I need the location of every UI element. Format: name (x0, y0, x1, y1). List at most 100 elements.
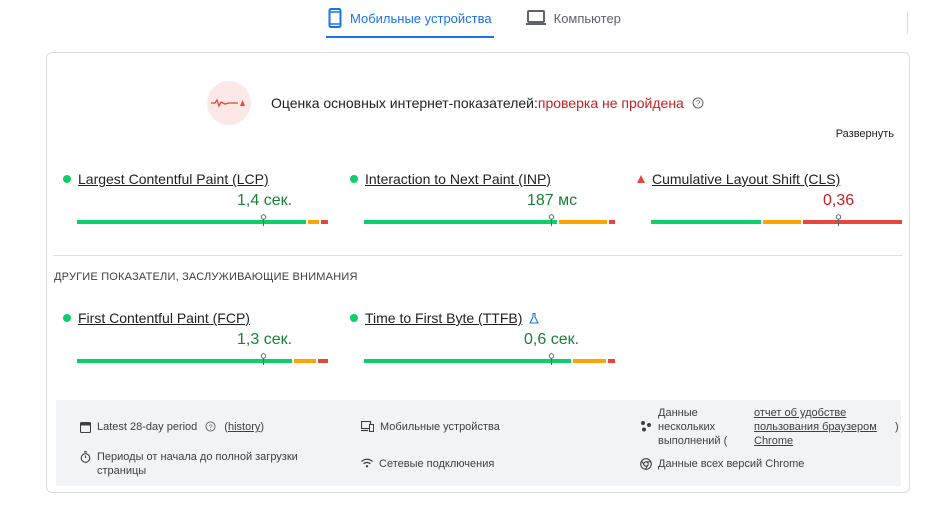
bar-poor-segment (609, 220, 615, 224)
report-close-paren: ) (895, 421, 899, 433)
calendar-icon (80, 421, 91, 433)
percentile-marker-icon (260, 214, 267, 226)
metric-inp-value: 187 мс (527, 192, 578, 209)
metric-inp-distribution-bar (364, 214, 615, 226)
assessment-status: проверка не пройдена (537, 95, 684, 111)
report-link-line-2: пользования браузером (754, 421, 877, 433)
data-info-footer: Latest 28-day period ? (history) Мобильн… (56, 400, 901, 486)
smartphone-icon (328, 8, 342, 28)
flask-icon (529, 312, 540, 324)
svg-text:?: ? (696, 99, 701, 108)
footer-network: Сетевые подключения (361, 457, 494, 471)
network-text: Сетевые подключения (379, 458, 495, 470)
metric-lcp-head: Largest Contentful Paint (LCP) (63, 171, 315, 187)
bar-average-segment (308, 220, 319, 224)
assessment-title: Оценка основных интернет-показателей: (271, 95, 538, 111)
history-link[interactable]: history (228, 421, 260, 433)
multi-runs-text: Данные нескольких выполнений ( (658, 406, 748, 448)
metric-fcp-value: 1,3 сек. (237, 331, 293, 348)
good-status-icon (350, 175, 358, 183)
metric-ttfb-distribution-bar (364, 353, 615, 365)
bar-good-segment (364, 359, 571, 363)
poor-status-icon (637, 175, 645, 183)
history-wrapper: (history) (224, 420, 264, 434)
bar-good-segment (651, 220, 761, 224)
metric-cls-head: Cumulative Layout Shift (CLS) (637, 171, 889, 187)
tab-mobile[interactable]: Мобильные устройства (326, 0, 494, 38)
percentile-marker-icon (835, 214, 842, 226)
failed-assessment-icon (211, 98, 245, 108)
bar-average-segment (763, 220, 801, 224)
multi-runs-line-2: нескольких (658, 421, 716, 433)
metric-inp-head: Interaction to Next Paint (INP) (350, 171, 602, 187)
multiple-runs-icon (641, 421, 651, 432)
bar-poor-segment (318, 359, 328, 363)
metric-lcp-distribution-bar (77, 214, 328, 226)
metric-cls-label[interactable]: Cumulative Layout Shift (CLS) (652, 171, 840, 187)
bar-good-segment (77, 220, 306, 224)
good-status-icon (350, 314, 358, 322)
help-icon[interactable]: ? (692, 97, 704, 109)
tabs-divider (907, 12, 908, 34)
metric-ttfb: Time to First Byte (TTFB) 0,6 сек. (350, 310, 615, 365)
metric-ttfb-label[interactable]: Time to First Byte (TTFB) (365, 310, 522, 326)
metric-cls: Cumulative Layout Shift (CLS) 0,36 (637, 171, 902, 226)
footer-period: Latest 28-day period ? (history) (80, 420, 264, 434)
bar-poor-segment (608, 359, 615, 363)
good-status-icon (63, 175, 71, 183)
footer-versions: Данные всех версий Chrome (640, 457, 804, 471)
bar-poor-segment (321, 220, 328, 224)
desktop-icon (525, 10, 546, 25)
bar-average-segment (573, 359, 606, 363)
tab-desktop-label: Компьютер (553, 10, 621, 26)
device-tabs: Мобильные устройства Компьютер (326, 0, 623, 40)
metric-lcp-value: 1,4 сек. (237, 192, 293, 209)
footer-durations: Периоды от начала до полной загрузки стр… (80, 450, 298, 478)
percentile-marker-icon (548, 353, 555, 365)
devices-icon (361, 421, 374, 432)
metric-inp-label[interactable]: Interaction to Next Paint (INP) (365, 171, 551, 187)
bar-average-segment (559, 220, 607, 224)
svg-text:?: ? (209, 422, 213, 431)
metric-ttfb-value: 0,6 сек. (524, 331, 580, 348)
cwv-card: Оценка основных интернет-показателей: пр… (46, 52, 910, 493)
metric-fcp-label[interactable]: First Contentful Paint (FCP) (78, 310, 250, 326)
metric-ttfb-head: Time to First Byte (TTFB) (350, 310, 602, 326)
report-link-line-1: отчет об удобстве (754, 407, 847, 419)
metric-lcp-label[interactable]: Largest Contentful Paint (LCP) (78, 171, 269, 187)
percentile-marker-icon (548, 214, 555, 226)
tab-desktop[interactable]: Компьютер (524, 0, 623, 36)
other-metrics-title: ДРУГИЕ ПОКАЗАТЕЛИ, ЗАСЛУЖИВАЮЩИЕ ВНИМАНИ… (54, 271, 358, 283)
metric-lcp: Largest Contentful Paint (LCP) 1,4 сек. (63, 171, 328, 226)
durations-line-2: страницы (97, 465, 147, 477)
stopwatch-icon (80, 451, 91, 463)
devices-text: Мобильные устройства (380, 421, 500, 433)
metric-fcp-distribution-bar (77, 353, 328, 365)
percentile-marker-icon (260, 353, 267, 365)
crux-report-link[interactable]: отчет об удобстве пользования браузером … (754, 406, 889, 448)
history-close-paren: ) (260, 421, 265, 433)
metric-fcp: First Contentful Paint (FCP) 1,3 сек. (63, 310, 328, 365)
bar-poor-segment (803, 220, 902, 224)
tab-mobile-label: Мобильные устройства (350, 10, 492, 26)
period-text: Latest 28-day period (97, 421, 198, 433)
chrome-icon (640, 458, 652, 470)
metric-fcp-head: First Contentful Paint (FCP) (63, 310, 315, 326)
durations-line-1: Периоды от начала до полной загрузки (97, 451, 298, 463)
multi-runs-line-3: выполнений ( (658, 435, 728, 447)
section-divider (53, 255, 903, 256)
help-icon[interactable]: ? (205, 421, 216, 432)
metric-cls-value: 0,36 (823, 192, 855, 209)
wifi-icon (361, 458, 373, 468)
durations-text: Периоды от начала до полной загрузки стр… (97, 450, 298, 478)
metric-cls-distribution-bar (651, 214, 902, 226)
bar-average-segment (294, 359, 316, 363)
assessment-header: Оценка основных интернет-показателей: пр… (207, 81, 704, 125)
expand-button[interactable]: Развернуть (836, 128, 894, 140)
metric-inp: Interaction to Next Paint (INP) 187 мс (350, 171, 615, 226)
versions-text: Данные всех версий Chrome (658, 458, 805, 470)
assessment-badge (207, 81, 251, 125)
bar-good-segment (364, 220, 557, 224)
footer-multi-runs: Данные нескольких выполнений ( отчет об … (640, 406, 899, 448)
footer-devices: Мобильные устройства (361, 420, 500, 434)
